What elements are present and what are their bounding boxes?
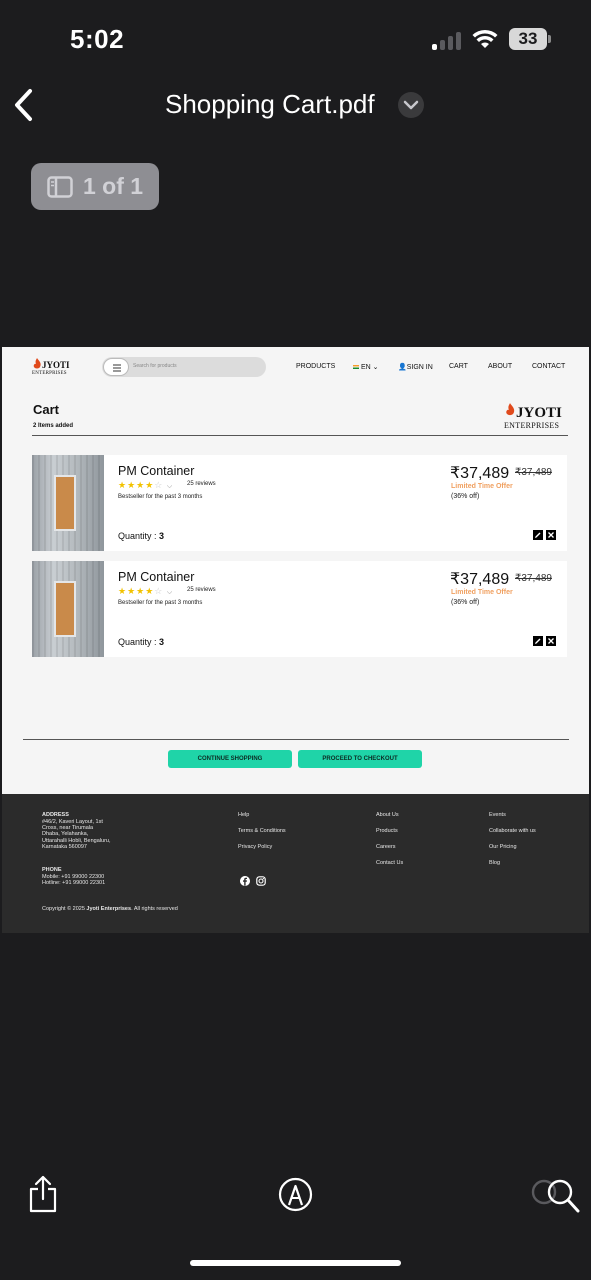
site-footer: ADDRESS #46/2, Kaveri Layout, 1st Cross,… bbox=[2, 794, 589, 933]
copyright-brand: Jyoti Enterprises bbox=[86, 906, 132, 912]
cellular-signal-icon bbox=[432, 30, 462, 50]
edit-icon[interactable] bbox=[533, 530, 543, 540]
page-indicator-label: 1 of 1 bbox=[83, 173, 144, 199]
footer-link-help[interactable]: Help bbox=[238, 812, 249, 818]
rating-stars: ★★★★☆ ⌵ bbox=[118, 586, 174, 596]
address-text: #46/2, Kaveri Layout, 1st Cross, near Ti… bbox=[42, 819, 111, 850]
search-input[interactable]: Search for products bbox=[102, 357, 266, 377]
filter-icon[interactable] bbox=[103, 358, 129, 376]
logo-brand-text: JYOTI bbox=[516, 405, 562, 421]
quantity: Quantity : 3 bbox=[118, 531, 164, 541]
site-navbar: JYOTI ENTERPRISES Search for products PR… bbox=[2, 347, 589, 387]
wifi-icon bbox=[472, 29, 498, 48]
footer-link-events[interactable]: Events bbox=[489, 812, 506, 818]
product-description: Bestseller for the past 3 months bbox=[118, 494, 203, 500]
edit-icon[interactable] bbox=[533, 636, 543, 646]
quantity-value: 3 bbox=[159, 637, 165, 647]
offer-label: Limited Time Offer bbox=[451, 483, 513, 490]
status-time: 5:02 bbox=[70, 24, 125, 54]
search-icon[interactable] bbox=[530, 1178, 580, 1214]
brand-logo: JYOTI ENTERPRISES bbox=[502, 401, 562, 431]
logo-sub-text: ENTERPRISES bbox=[32, 371, 67, 376]
product-image[interactable] bbox=[32, 455, 104, 551]
markup-pen-icon[interactable] bbox=[278, 1177, 313, 1212]
footer-link-blog[interactable]: Blog bbox=[489, 860, 500, 866]
logo-sub-text: ENTERPRISES bbox=[504, 421, 560, 430]
sidebar-icon bbox=[47, 175, 73, 198]
quantity-label: Quantity : bbox=[118, 531, 157, 541]
footer-link-contact[interactable]: Contact Us bbox=[376, 860, 403, 866]
footer-link-pricing[interactable]: Our Pricing bbox=[489, 844, 517, 850]
share-icon[interactable] bbox=[28, 1175, 58, 1213]
footer-link-collaborate[interactable]: Collaborate with us bbox=[489, 828, 536, 834]
facebook-icon[interactable] bbox=[240, 876, 250, 886]
product-name[interactable]: PM Container bbox=[118, 464, 194, 478]
footer-link-terms[interactable]: Terms & Conditions bbox=[238, 828, 286, 834]
review-count: 25 reviews bbox=[187, 587, 216, 593]
footer-link-products[interactable]: Products bbox=[376, 828, 398, 834]
nav-cart[interactable]: CART bbox=[449, 363, 468, 370]
nav-contact[interactable]: CONTACT bbox=[532, 363, 565, 370]
remove-icon[interactable] bbox=[546, 636, 556, 646]
original-price: ₹37,489 bbox=[515, 573, 552, 584]
logo-brand-text: JYOTI bbox=[42, 360, 70, 370]
user-icon: 👤 bbox=[398, 364, 407, 371]
cart-item-count: 2 Items added bbox=[33, 423, 74, 429]
page-indicator-button[interactable]: 1 of 1 bbox=[31, 163, 159, 210]
copyright-prefix: Copyright © 2025 bbox=[42, 906, 85, 912]
footer-link-about[interactable]: About Us bbox=[376, 812, 399, 818]
footer-link-careers[interactable]: Careers bbox=[376, 844, 396, 850]
discount-label: (36% off) bbox=[451, 493, 480, 500]
nav-language[interactable]: EN ⌄ bbox=[353, 363, 379, 371]
footer-link-privacy[interactable]: Privacy Policy bbox=[238, 844, 272, 850]
battery-indicator: 33 bbox=[509, 28, 547, 50]
cart-item: PM Container ★★★★☆ ⌵ 25 reviews Bestsell… bbox=[32, 455, 567, 551]
flag-icon bbox=[353, 365, 359, 369]
remove-icon[interactable] bbox=[546, 530, 556, 540]
chevron-down-icon[interactable] bbox=[398, 92, 424, 118]
original-price: ₹37,489 bbox=[515, 467, 552, 478]
nav-products[interactable]: PRODUCTS bbox=[296, 363, 335, 370]
divider bbox=[32, 435, 568, 436]
discount-label: (36% off) bbox=[451, 599, 480, 606]
address-heading: ADDRESS bbox=[42, 812, 69, 818]
product-name[interactable]: PM Container bbox=[118, 570, 194, 584]
chevron-down-icon: ⌄ bbox=[370, 364, 379, 371]
nav-sign-in-label: SIGN IN bbox=[406, 364, 433, 371]
copyright-text: Copyright © 2025 Jyoti Enterprises. All … bbox=[42, 906, 178, 912]
site-logo[interactable]: JYOTI ENTERPRISES bbox=[30, 357, 74, 379]
home-indicator bbox=[190, 1260, 401, 1266]
divider bbox=[23, 739, 569, 740]
search-placeholder: Search for products bbox=[133, 363, 177, 369]
product-price: ₹37,489 bbox=[450, 571, 510, 588]
document-title[interactable]: Shopping Cart.pdf bbox=[165, 89, 375, 120]
quantity: Quantity : 3 bbox=[118, 637, 164, 647]
pdf-page: JYOTI ENTERPRISES Search for products PR… bbox=[2, 347, 589, 933]
continue-shopping-button[interactable]: CONTINUE SHOPPING bbox=[168, 750, 292, 768]
phone-text: Mobile: +91 99000 22300 Hotline: +91 990… bbox=[42, 874, 106, 887]
offer-label: Limited Time Offer bbox=[451, 589, 513, 596]
battery-tip bbox=[548, 35, 551, 43]
quantity-value: 3 bbox=[159, 531, 165, 541]
product-image[interactable] bbox=[32, 561, 104, 657]
nav-sign-in[interactable]: 👤SIGN IN bbox=[398, 363, 433, 371]
copyright-suffix: . All rights reserved bbox=[131, 906, 178, 912]
nav-language-label: EN bbox=[361, 364, 371, 371]
proceed-to-checkout-button[interactable]: PROCEED TO CHECKOUT bbox=[298, 750, 422, 768]
phone-heading: PHONE bbox=[42, 867, 62, 873]
instagram-icon[interactable] bbox=[256, 876, 266, 886]
nav-about[interactable]: ABOUT bbox=[488, 363, 512, 370]
product-price: ₹37,489 bbox=[450, 465, 510, 482]
cart-item: PM Container ★★★★☆ ⌵ 25 reviews Bestsell… bbox=[32, 561, 567, 657]
back-chevron-icon[interactable] bbox=[12, 88, 38, 122]
review-count: 25 reviews bbox=[187, 481, 216, 487]
product-description: Bestseller for the past 3 months bbox=[118, 600, 203, 606]
cart-title: Cart bbox=[33, 402, 60, 417]
rating-stars: ★★★★☆ ⌵ bbox=[118, 480, 174, 490]
quantity-label: Quantity : bbox=[118, 637, 157, 647]
